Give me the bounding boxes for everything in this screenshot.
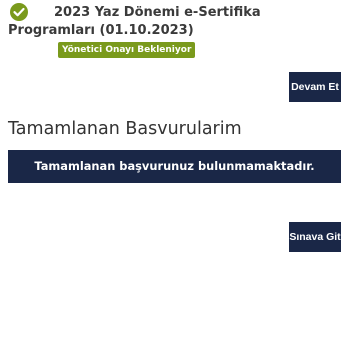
program-title: 2023 Yaz Dönemi e-Sertifika [54, 5, 261, 20]
continue-button[interactable]: Devam Et [289, 72, 341, 102]
empty-applications-message: Tamamlanan başvurunuz bulunmamaktadır. [8, 150, 341, 183]
check-circle-icon [10, 3, 28, 21]
program-subtitle: Programları (01.10.2023) [8, 23, 194, 38]
go-to-exam-button[interactable]: Sınava Git [289, 222, 341, 252]
program-header: 2023 Yaz Dönemi e-Sertifika Programları … [8, 2, 348, 80]
status-badge: Yönetici Onayı Bekleniyor [58, 42, 196, 58]
completed-applications-title: Tamamlanan Basvurularim [8, 119, 242, 139]
